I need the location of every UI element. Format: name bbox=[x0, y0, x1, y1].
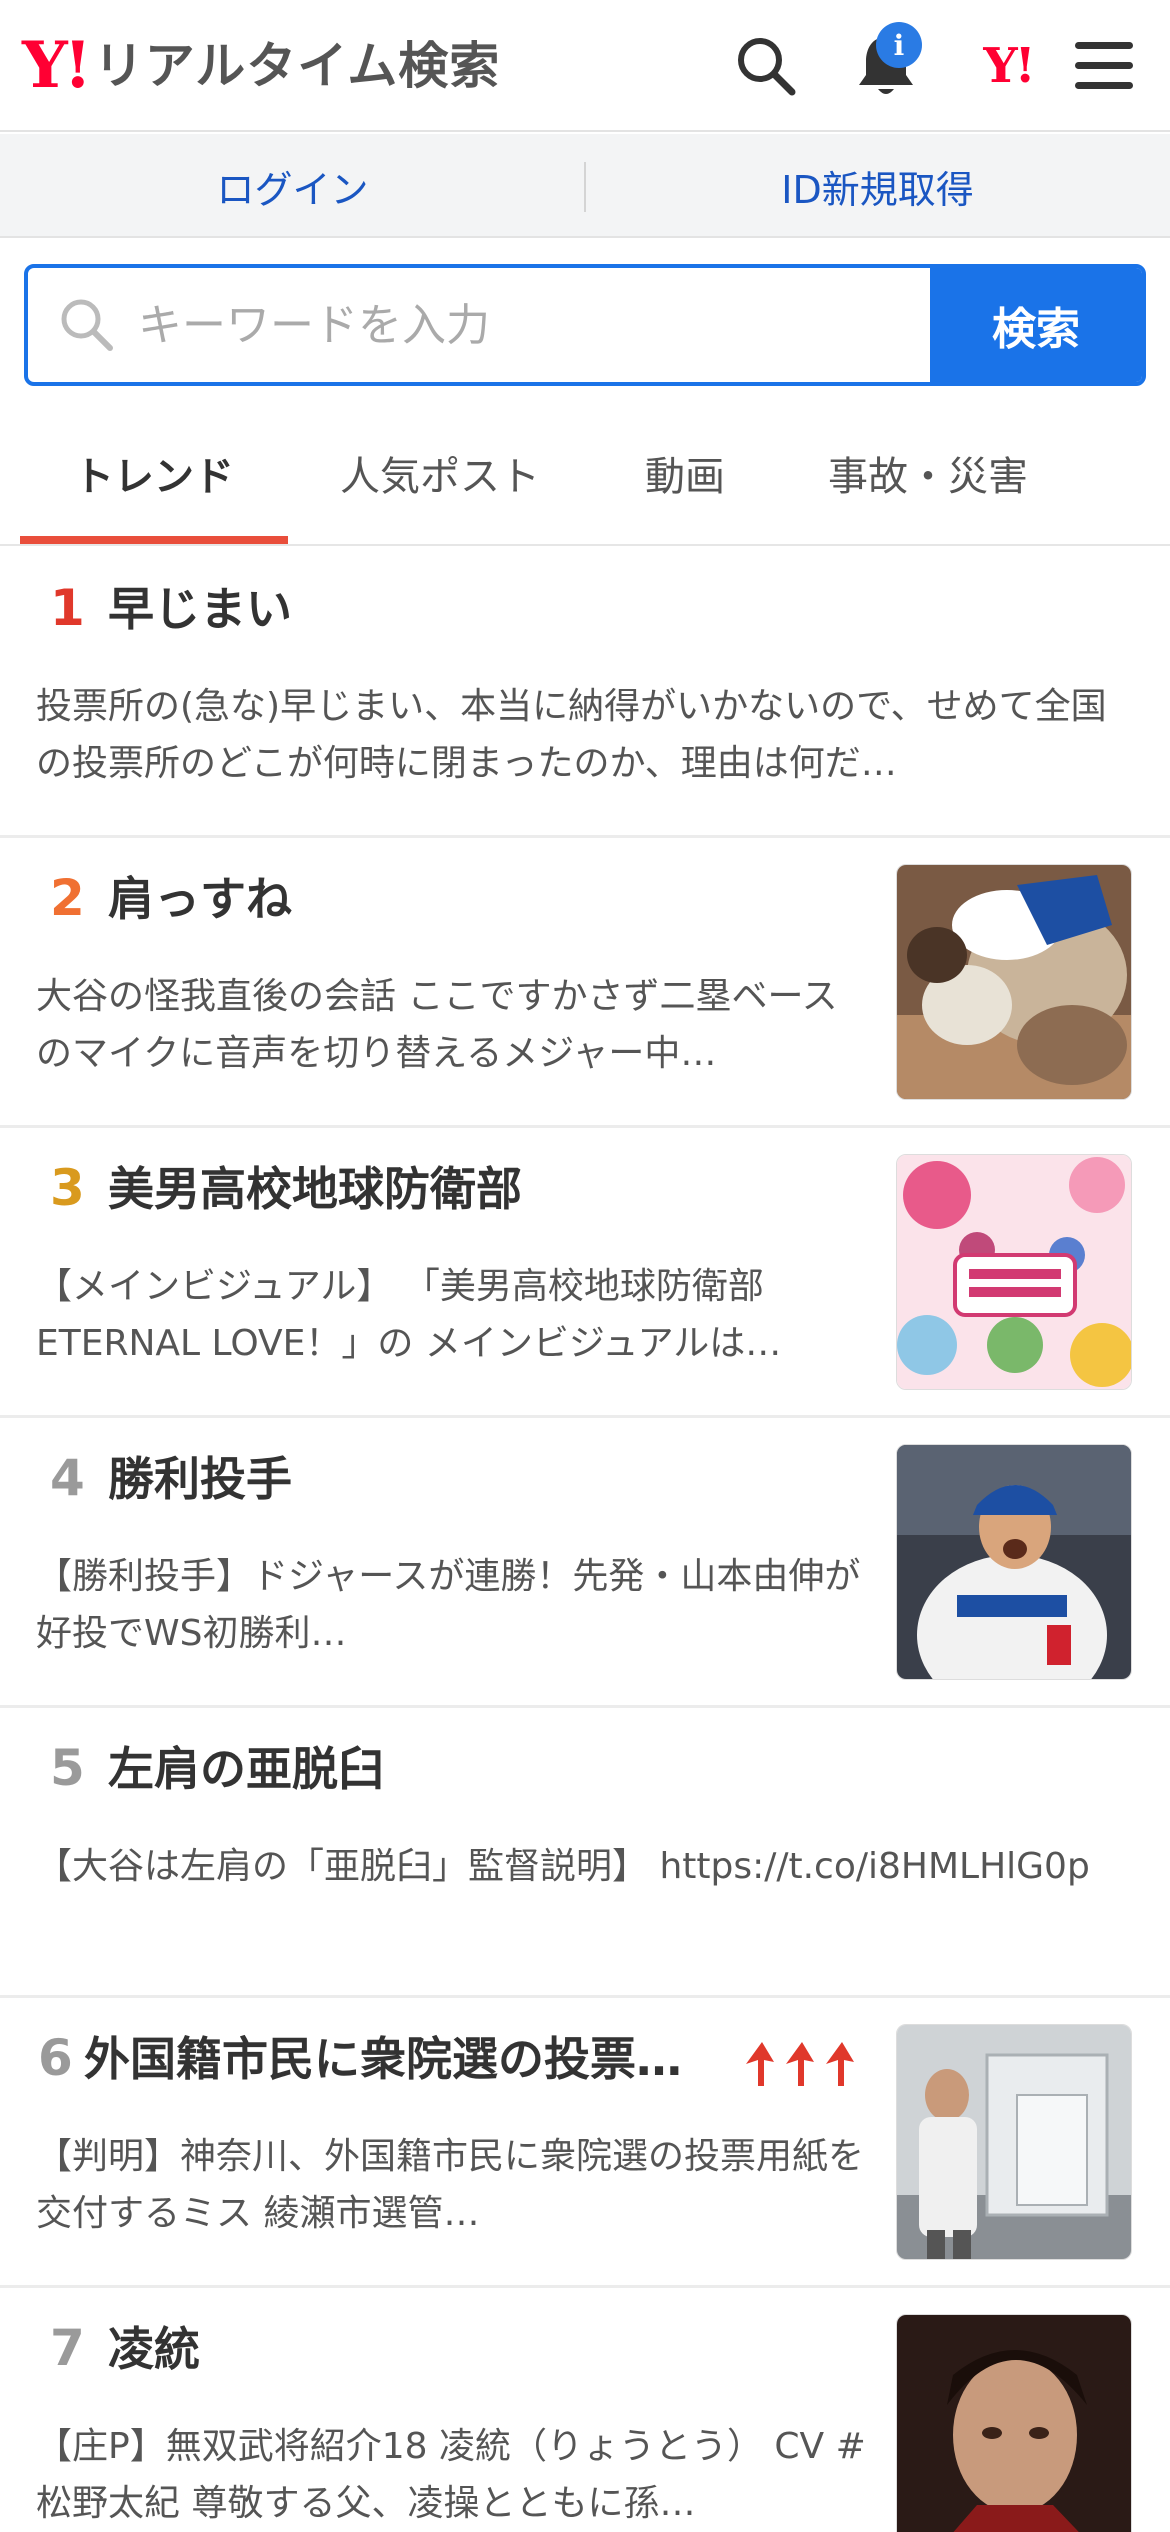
yahoo-logo-mark: Y! bbox=[22, 28, 92, 103]
app-header: Y! リアルタイム検索 i Y! bbox=[0, 0, 1170, 132]
rank-number: 4 bbox=[50, 1449, 85, 1507]
trend-description: 【メインビジュアル】 「美男高校地球防衛部ETERNAL LOVE！」の メイン… bbox=[36, 1266, 782, 1364]
rank-number: 7 bbox=[50, 2319, 85, 2377]
trend-title[interactable]: 美男高校地球防衛部 bbox=[108, 1162, 848, 1217]
anime-key-visual-image[interactable] bbox=[896, 1154, 1132, 1390]
trend-title[interactable]: 肩っすね bbox=[108, 872, 848, 927]
trend-description: 【大谷は左肩の「亜脱臼」監督説明】 https://t.co/i8HMLHlG0… bbox=[36, 1846, 1090, 1887]
tab-popular-posts[interactable]: 人気ポスト bbox=[300, 400, 580, 546]
trend-item[interactable]: 6 外国籍市民に衆院選の投票… 【判明】神奈川、外国籍市民に衆院選の投票用紙を交… bbox=[0, 1998, 1170, 2288]
tab-video[interactable]: 動画 bbox=[590, 400, 780, 546]
trend-title[interactable]: 外国籍市民に衆院選の投票… bbox=[84, 2032, 714, 2087]
rank-number: 1 bbox=[50, 579, 85, 637]
rank-number: 6 bbox=[38, 2029, 73, 2087]
voting-booth-photo[interactable] bbox=[896, 2024, 1132, 2260]
search-field-icon bbox=[61, 299, 113, 351]
trend-description: 【判明】神奈川、外国籍市民に衆院選の投票用紙を交付するミス 綾瀬市選管… bbox=[36, 2136, 865, 2234]
login-bar: ログイン ID新規取得 bbox=[0, 134, 1170, 238]
search-box: 検索 bbox=[24, 264, 1146, 386]
page: Y! リアルタイム検索 i Y! ログイン ID新規取得 キーワードを入力 検索… bbox=[0, 0, 1170, 2532]
trend-title[interactable]: 早じまい bbox=[108, 582, 1138, 637]
trend-list: 1 早じまい 投票所の(急な)早じまい、本当に納得がいかないので、せめて全国の投… bbox=[0, 548, 1170, 2532]
yahoo-japan-icon[interactable]: Y! bbox=[966, 28, 1050, 104]
trend-title[interactable]: 凌統 bbox=[108, 2322, 848, 2377]
search-button[interactable]: 検索 bbox=[930, 268, 1142, 382]
hamburger-menu-icon[interactable] bbox=[1066, 28, 1142, 104]
category-tabs: トレンド 人気ポスト 動画 事故・災害 bbox=[0, 400, 1170, 546]
logo-text: リアルタイム検索 bbox=[93, 37, 501, 95]
search-icon[interactable] bbox=[728, 28, 804, 104]
trend-title[interactable]: 勝利投手 bbox=[108, 1452, 848, 1507]
trend-item[interactable]: 7 凌統 【庄P】無双武将紹介18 凌統（りょうとう） CV #松野太紀 尊敬す… bbox=[0, 2288, 1170, 2532]
rank-number: 2 bbox=[50, 869, 85, 927]
trend-description: 大谷の怪我直後の会話 ここですかさず二塁ベースのマイクに音声を切り替えるメジャー… bbox=[36, 976, 838, 1074]
baseball-player-injury-photo[interactable] bbox=[896, 864, 1132, 1100]
trend-title[interactable]: 左肩の亜脱臼 bbox=[108, 1742, 1138, 1797]
trend-item[interactable]: 3 美男高校地球防衛部 【メインビジュアル】 「美男高校地球防衛部ETERNAL… bbox=[0, 1128, 1170, 1418]
active-tab-indicator bbox=[20, 536, 288, 544]
trend-item[interactable]: 5 左肩の亜脱臼 【大谷は左肩の「亜脱臼」監督説明】 https://t.co/… bbox=[0, 1708, 1170, 1998]
trend-description: 【庄P】無双武将紹介18 凌統（りょうとう） CV #松野太紀 尊敬する父、凌操… bbox=[36, 2426, 866, 2524]
trend-item[interactable]: 4 勝利投手 【勝利投手】ドジャースが連勝！先発・山本由伸が好投でWS初勝利… bbox=[0, 1418, 1170, 1708]
login-link[interactable]: ログイン bbox=[0, 134, 585, 238]
trend-description: 【勝利投手】ドジャースが連勝！先発・山本由伸が好投でWS初勝利… bbox=[36, 1556, 861, 1654]
rank-number: 5 bbox=[50, 1739, 85, 1797]
tab-accidents-disasters[interactable]: 事故・災害 bbox=[790, 400, 1066, 546]
trend-item[interactable]: 2 肩っすね 大谷の怪我直後の会話 ここですかさず二塁ベースのマイクに音声を切り… bbox=[0, 838, 1170, 1128]
game-character-portrait[interactable] bbox=[896, 2314, 1132, 2532]
dodgers-pitcher-photo[interactable] bbox=[896, 1444, 1132, 1680]
search-input[interactable] bbox=[138, 268, 938, 382]
notification-bell-icon[interactable]: i bbox=[848, 22, 924, 104]
trending-up-arrows-icon bbox=[746, 2042, 854, 2086]
rank-number: 3 bbox=[50, 1159, 85, 1217]
trend-item[interactable]: 1 早じまい 投票所の(急な)早じまい、本当に納得がいかないので、せめて全国の投… bbox=[0, 548, 1170, 838]
tab-trend[interactable]: トレンド bbox=[20, 400, 288, 546]
notification-badge: i bbox=[876, 22, 922, 68]
yahoo-realtime-logo[interactable]: Y! リアルタイム検索 bbox=[22, 30, 500, 102]
yahoo-mini-logo: Y! bbox=[983, 38, 1035, 94]
signup-link[interactable]: ID新規取得 bbox=[585, 134, 1170, 238]
trend-description: 投票所の(急な)早じまい、本当に納得がいかないので、せめて全国の投票所のどこが何… bbox=[36, 686, 1107, 784]
